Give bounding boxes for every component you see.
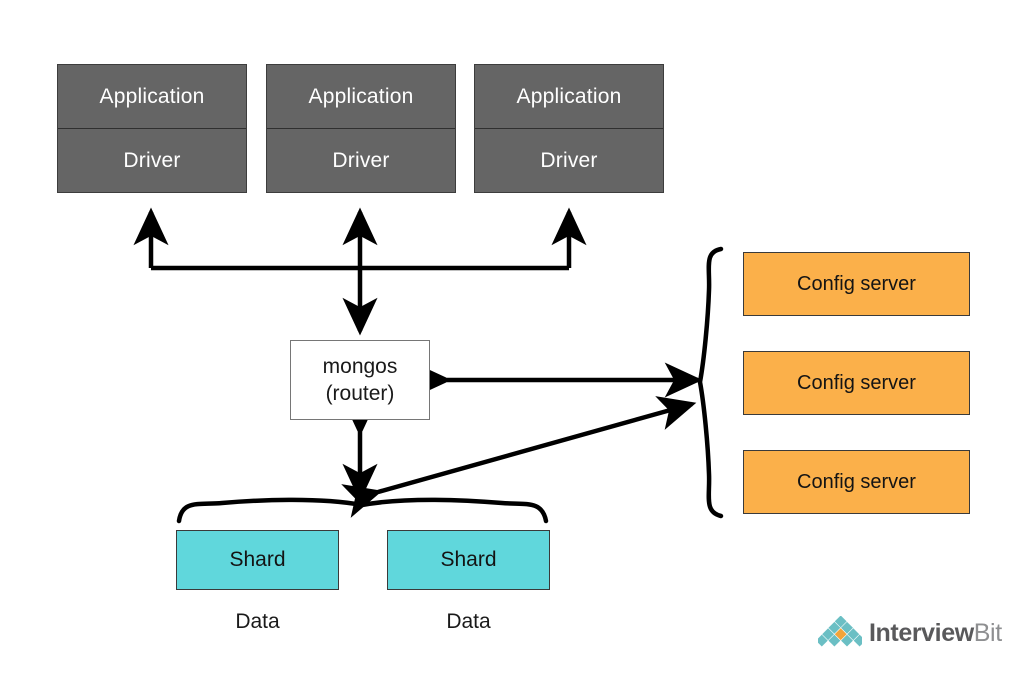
driver-label-2: Driver — [332, 148, 390, 172]
application-label-2: Application — [267, 65, 455, 129]
config-server-node-1[interactable]: Config server — [743, 252, 970, 316]
config-server-node-3[interactable]: Config server — [743, 450, 970, 514]
mongos-role-label: (router) — [325, 382, 395, 405]
interviewbit-logo: InterviewBit — [818, 610, 1008, 656]
config-server-label-3: Config server — [797, 470, 916, 493]
driver-label-1: Driver — [123, 148, 181, 172]
shard-node-1[interactable]: Shard — [176, 530, 339, 590]
config-server-group-brace — [697, 246, 724, 519]
client-stack-1[interactable]: Application Driver — [57, 64, 247, 193]
config-server-node-2[interactable]: Config server — [743, 351, 970, 415]
brand-name-primary: Interview — [869, 618, 974, 647]
config-server-label-1: Config server — [797, 272, 916, 295]
mongos-router-node[interactable]: mongos (router) — [290, 340, 430, 420]
config-server-label-2: Config server — [797, 371, 916, 394]
shard-label-1: Shard — [229, 548, 286, 571]
application-label-3: Application — [475, 65, 663, 129]
shard-data-caption-2: Data — [446, 610, 491, 633]
connector-clients-to-router — [133, 207, 587, 336]
application-label-1: Application — [58, 65, 246, 129]
shard-data-caption-1: Data — [235, 610, 280, 633]
brand-name-secondary: Bit — [973, 618, 1002, 647]
shard-label-2: Shard — [440, 548, 497, 571]
mongos-name-label: mongos — [322, 355, 398, 378]
diagram-canvas: Application Driver Application Driver Ap… — [0, 0, 1024, 683]
diamond-pyramid-icon — [818, 616, 862, 647]
shard-group-brace — [176, 497, 549, 524]
driver-label-3: Driver — [540, 148, 598, 172]
client-stack-3[interactable]: Application Driver — [474, 64, 664, 193]
client-stack-2[interactable]: Application Driver — [266, 64, 456, 193]
shard-node-2[interactable]: Shard — [387, 530, 550, 590]
brand-wordmark: InterviewBit — [869, 619, 1002, 648]
